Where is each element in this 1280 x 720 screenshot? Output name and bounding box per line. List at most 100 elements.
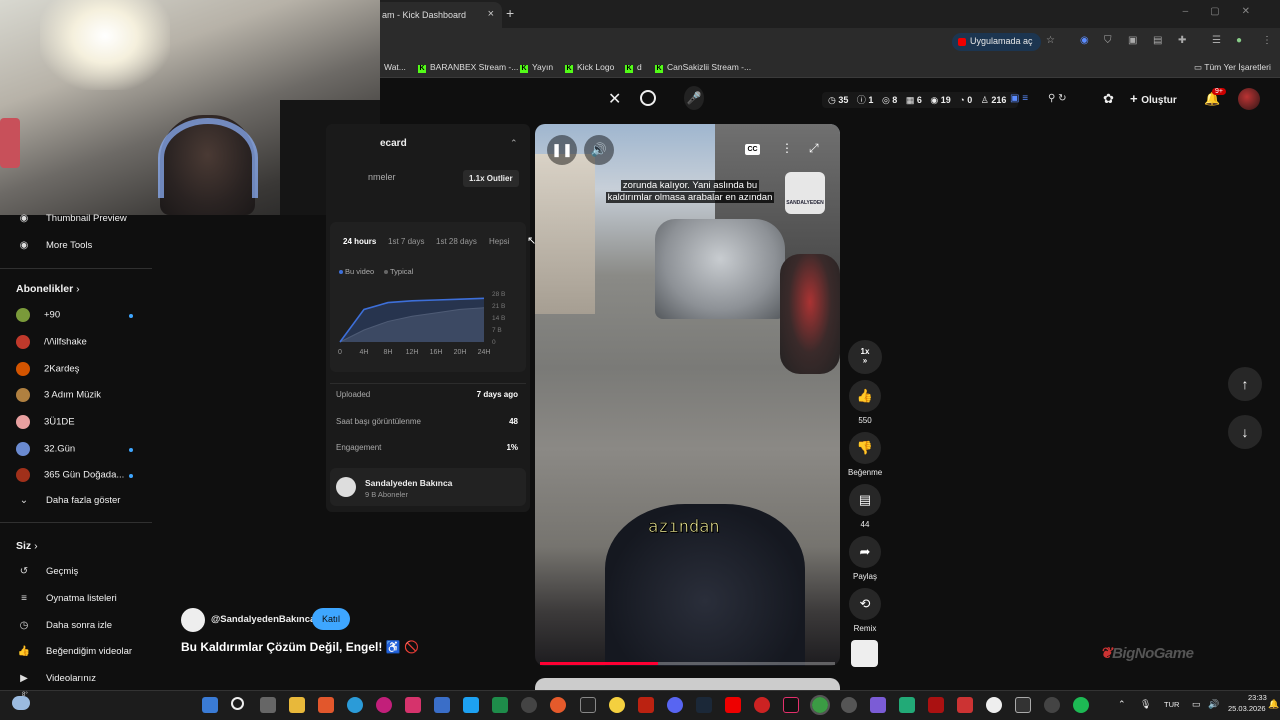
share-button[interactable]: ➦ Paylaş [848, 536, 882, 581]
captions-button[interactable]: CC [745, 144, 760, 155]
spotify-icon[interactable] [1073, 697, 1089, 713]
next-short-preview[interactable] [535, 678, 840, 690]
volume-icon[interactable]: 🔊 [584, 135, 614, 165]
gamepad-icon[interactable]: ✿ [1103, 91, 1114, 107]
chrome-icon[interactable] [810, 695, 830, 715]
extension-icon[interactable]: ◉ [1080, 35, 1089, 46]
brave-icon[interactable] [318, 697, 334, 713]
remix-button[interactable]: ⟲ Remix [848, 588, 882, 633]
sidebar-item-your-videos[interactable]: ▶ Videolarınız [16, 673, 96, 684]
app-icon[interactable] [928, 697, 944, 713]
clock-date[interactable]: 25.03.2026 [1228, 704, 1266, 713]
show-more-button[interactable]: ⌄ Daha fazla göster [16, 495, 121, 506]
copilot-icon[interactable] [870, 697, 886, 713]
clock-time[interactable]: 23:33 [1248, 693, 1267, 702]
app-icon[interactable] [1015, 697, 1031, 713]
avatar[interactable] [1238, 88, 1260, 110]
create-button[interactable]: + Oluştur [1130, 91, 1177, 106]
mic-icon[interactable]: 🎙 [1140, 699, 1151, 710]
sidebar-item-more-tools[interactable]: ◉ More Tools [16, 240, 93, 251]
sidebar-channel[interactable]: 2Kardeş [16, 362, 79, 376]
sidebar-item-watch-later[interactable]: ◷ Daha sonra izle [16, 620, 112, 631]
menu-icon[interactable]: ⋮ [1262, 35, 1272, 46]
clock-app-icon[interactable] [521, 697, 537, 713]
range-tab-all[interactable]: Hepsi [489, 237, 509, 246]
volume-icon[interactable]: 🔊 [1208, 699, 1219, 710]
tray-chevron-icon[interactable]: ⌃ [1118, 699, 1126, 710]
notifications-button[interactable]: 🔔 9+ [1204, 88, 1226, 107]
range-tab-7d[interactable]: 1st 7 days [388, 237, 424, 246]
search-icon[interactable] [231, 697, 244, 710]
steam-icon[interactable] [696, 697, 712, 713]
sidebar-channel[interactable]: 365 Gün Doğada... [16, 468, 124, 482]
like-button[interactable]: 👍 550 [848, 380, 882, 425]
range-tab-24h[interactable]: 24 hours [343, 237, 376, 246]
snapchat-icon[interactable] [609, 697, 625, 713]
sidebar-item-playlists[interactable]: ≡ Oynatma listeleri [16, 593, 117, 604]
sidebar-item-history[interactable]: ↺ Geçmiş [16, 566, 78, 577]
profile-icon[interactable]: ● [1236, 35, 1242, 46]
bookmark-item[interactable]: K CanSakizlii Stream -... [655, 62, 751, 73]
chevron-up-icon[interactable]: ⌃ [510, 138, 518, 149]
mic-icon[interactable]: 🎤 [684, 86, 704, 110]
fullscreen-icon[interactable]: ⤢ [809, 141, 819, 156]
next-video-button[interactable]: ↓ [1228, 415, 1262, 449]
close-search-icon[interactable]: ✕ [608, 89, 621, 109]
youtube-icon[interactable] [725, 697, 741, 713]
join-button[interactable]: Katıl [312, 608, 350, 630]
sidebar-channel[interactable]: +90 [16, 308, 60, 322]
netflix-icon[interactable] [638, 697, 654, 713]
task-view-icon[interactable] [260, 697, 276, 713]
tab-close-icon[interactable]: × [488, 8, 494, 20]
twitter-icon[interactable] [463, 697, 479, 713]
edge-icon[interactable] [347, 697, 363, 713]
media-icon[interactable] [376, 697, 392, 713]
video-progress-bar[interactable] [540, 662, 835, 665]
shield-icon[interactable]: ⛉ [1104, 35, 1112, 46]
comments-button[interactable]: ▤ 44 [848, 484, 882, 529]
playlist-icon[interactable]: ☰ [1212, 35, 1221, 46]
bookmark-item[interactable]: Wat... [384, 62, 406, 72]
app-icon[interactable] [492, 697, 508, 713]
star-icon[interactable]: ☆ [1046, 35, 1055, 46]
more-options-icon[interactable]: ⋮ [781, 141, 793, 155]
extension-icon[interactable]: ▣ [1128, 35, 1137, 46]
store-icon[interactable] [434, 697, 450, 713]
sidebar-item-liked-videos[interactable]: 👍 Beğendiğim videolar [16, 646, 132, 657]
opera-icon[interactable] [754, 697, 770, 713]
range-tab-28d[interactable]: 1st 28 days [436, 237, 477, 246]
dislike-button[interactable]: 👎 Beğenme [848, 432, 882, 477]
discord-icon[interactable] [667, 697, 683, 713]
owner-handle[interactable]: @SandalyedenBakınca [211, 614, 315, 625]
owner-avatar[interactable] [181, 608, 205, 632]
soundcloud-icon[interactable] [550, 697, 566, 713]
sidebar-channel[interactable]: 3 Adım Müzik [16, 388, 101, 402]
open-in-app-button[interactable]: Uygulamada aç [952, 33, 1041, 51]
bookmark-item[interactable]: K Kick Logo [565, 62, 614, 73]
file-explorer-icon[interactable] [289, 697, 305, 713]
network-icon[interactable]: ▭ [1192, 699, 1201, 710]
translate-icon[interactable]: ▣ ≡ [1010, 93, 1028, 104]
mcafee-icon[interactable] [957, 697, 973, 713]
extension-icon[interactable]: ▤ [1153, 35, 1162, 46]
tiktok-icon[interactable] [783, 697, 799, 713]
epic-games-icon[interactable] [580, 697, 596, 713]
you-heading[interactable]: Siz › [16, 540, 38, 552]
window-controls[interactable]: –▢✕ [1183, 6, 1272, 17]
extension-icon[interactable]: ⚲ ↻ [1048, 93, 1066, 104]
subscriptions-heading[interactable]: Abonelikler › [16, 283, 80, 295]
start-icon[interactable] [202, 697, 218, 713]
sidebar-channel[interactable]: 3Ü1DE [16, 415, 75, 429]
weather-icon[interactable] [12, 696, 30, 710]
bookmark-item[interactable]: K BARANBEX Stream -... [418, 62, 518, 73]
sidebar-channel[interactable]: /\/\ilfshake [16, 335, 87, 349]
new-tab-button[interactable]: + [506, 5, 514, 21]
app-icon[interactable] [899, 697, 915, 713]
all-bookmarks[interactable]: ▭ Tüm Yer İşaretleri [1194, 62, 1271, 73]
search-icon[interactable] [640, 90, 656, 106]
pause-icon[interactable]: ❚❚ [547, 135, 577, 165]
puzzle-icon[interactable]: ✚ [1178, 35, 1186, 46]
sidebar-channel[interactable]: 32.Gün [16, 442, 75, 456]
instagram-icon[interactable] [405, 697, 421, 713]
tab-kick-dashboard[interactable]: am - Kick Dashboard × [372, 2, 502, 28]
